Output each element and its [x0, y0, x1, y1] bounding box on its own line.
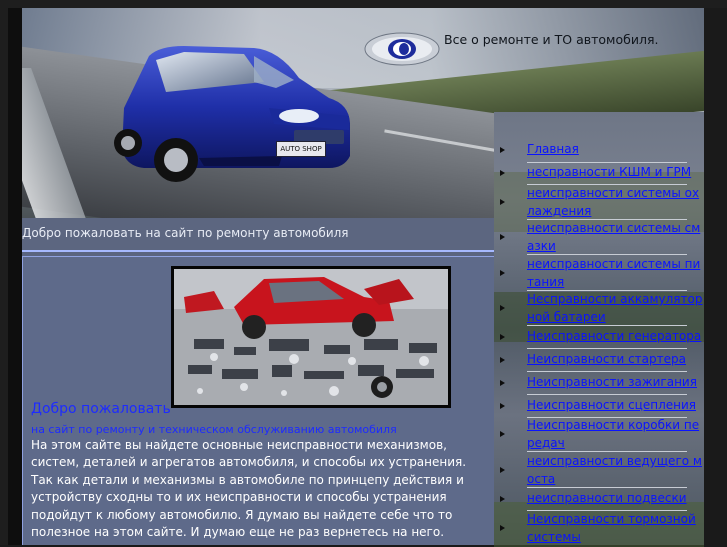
nav-link-lubrication[interactable]: неисправности системы смазки	[527, 220, 703, 255]
nav-link-suspension[interactable]: неисправности подвески	[527, 490, 704, 508]
main-content: Добро пожаловать на сайт по ремонту авто…	[22, 218, 494, 545]
nav-link-clutch[interactable]: Неисправности сцепления	[527, 397, 704, 415]
nav-link-fuel[interactable]: неисправности системы питания	[527, 256, 704, 291]
page-top-border	[8, 0, 727, 8]
welcome-strip: Добро пожаловать на сайт по ремонту авто…	[22, 218, 494, 250]
bullet-arrow-icon	[500, 431, 505, 437]
welcome-paragraph: На этом сайте вы найдете основные неиспр…	[31, 438, 467, 470]
article-box: Добро пожаловать на сайт по ремонту и те…	[22, 257, 494, 545]
bullet-arrow-icon	[500, 357, 505, 363]
bullet-arrow-icon	[500, 305, 505, 311]
bullet-arrow-icon	[500, 496, 505, 502]
page-left-border	[0, 0, 8, 545]
bullet-arrow-icon	[500, 467, 505, 473]
nav-link-generator[interactable]: Неисправности генератора	[527, 328, 704, 346]
nav-separator	[527, 325, 687, 326]
bullet-arrow-icon	[500, 525, 505, 531]
bullet-arrow-icon	[500, 380, 505, 386]
bullet-arrow-icon	[500, 270, 505, 276]
nav-separator	[527, 162, 687, 163]
welcome-heading: Добро пожаловать	[31, 401, 171, 417]
nav-link-battery[interactable]: Несправности аккамуляторной батареи	[527, 291, 704, 326]
nav-link-drive-axle[interactable]: неисправности ведущего моста	[527, 453, 704, 488]
nav-link-kshm-grm[interactable]: несправности КШМ и ГРМ	[527, 164, 704, 182]
site-logo[interactable]	[364, 32, 440, 66]
bullet-arrow-icon	[500, 403, 505, 409]
divider-line	[22, 250, 494, 252]
nav-link-gearbox[interactable]: Неисправности коробки передач	[527, 417, 704, 452]
car-parts-photo	[171, 266, 451, 408]
nav-link-brakes[interactable]: Неисправности тормозной системы	[527, 511, 704, 546]
nav-link-cooling[interactable]: неисправности системы охлаждения	[527, 185, 704, 220]
nav-separator	[527, 371, 687, 372]
nav-separator	[527, 348, 687, 349]
left-gutter	[8, 8, 22, 545]
bullet-arrow-icon	[500, 170, 505, 176]
site-tagline: Все о ремонте и ТО автомобиля.	[444, 32, 659, 47]
sidebar-nav: Главная несправности КШМ и ГРМ неисправн…	[494, 112, 704, 547]
nav-link-home[interactable]: Главная	[527, 141, 704, 159]
welcome-text: На этом сайте вы найдете основные неиспр…	[31, 437, 491, 541]
bullet-arrow-icon	[500, 334, 505, 340]
nav-separator	[527, 451, 687, 452]
nav-separator	[527, 487, 687, 488]
nav-separator	[527, 254, 687, 255]
car-image	[114, 46, 350, 182]
page-right-border	[704, 8, 727, 545]
bullet-arrow-icon	[500, 147, 505, 153]
bullet-arrow-icon	[500, 199, 505, 205]
welcome-paragraph: Так как детали и механизмы в автомобиле …	[31, 472, 464, 540]
car-plate: AUTO SHOP	[276, 141, 326, 157]
bullet-arrow-icon	[500, 234, 505, 240]
nav-separator	[527, 394, 687, 395]
nav-link-ignition[interactable]: Неисправности зажигания	[527, 374, 704, 392]
nav-link-starter[interactable]: Неисправности стартера	[527, 351, 704, 369]
welcome-subheading: на сайт по ремонту и техническом обслужи…	[31, 423, 397, 436]
